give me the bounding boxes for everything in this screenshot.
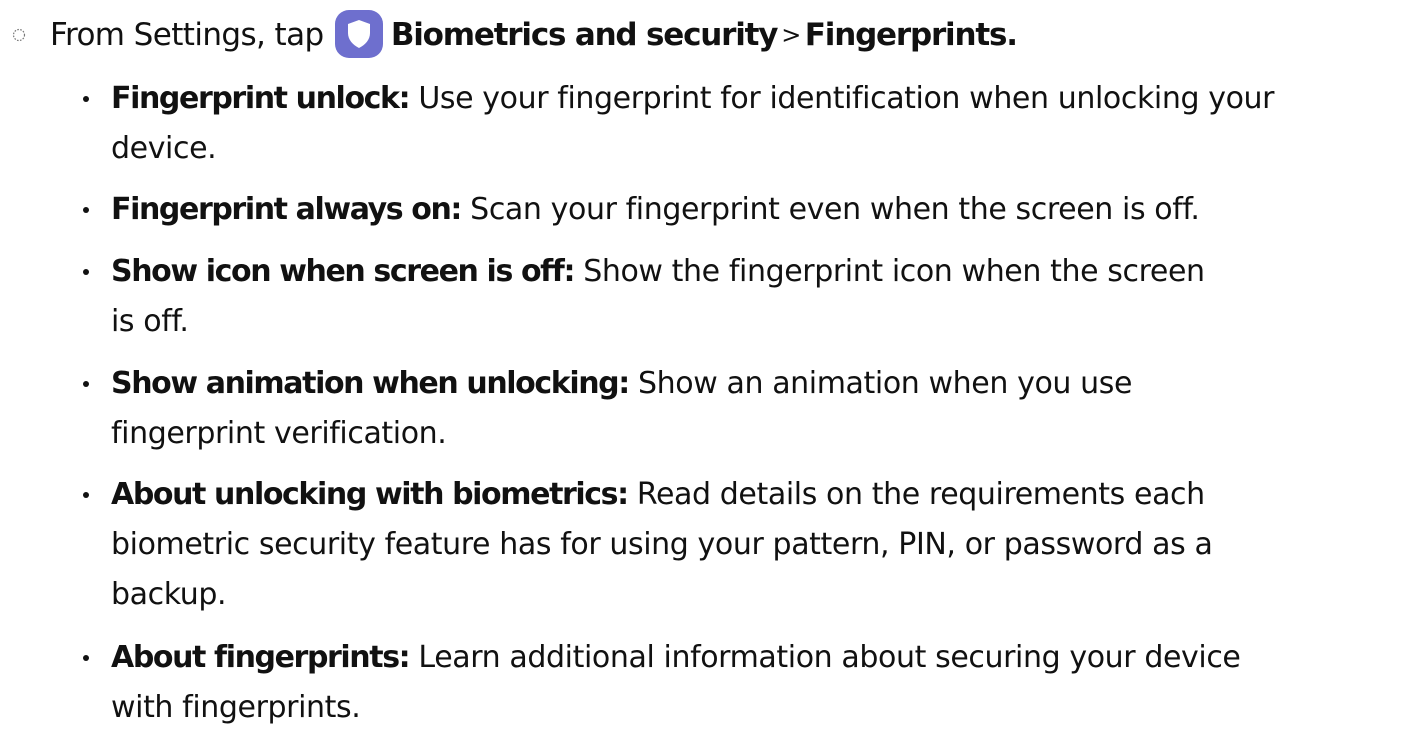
- list-item-line: Fingerprint unlock: Use your fingerprint…: [111, 74, 1411, 124]
- bullet: [83, 655, 89, 661]
- step-instruction: From Settings, tap Biometrics and securi…: [0, 9, 1415, 62]
- bullet: [83, 96, 89, 102]
- step-separator: >: [781, 21, 801, 49]
- list-item-text: Show icon when screen is off: Show the f…: [111, 247, 1411, 347]
- list-item: Show animation when unlocking: Show an a…: [0, 359, 1415, 459]
- option-description: Use your fingerprint for identification …: [418, 81, 1275, 116]
- step-marker-icon: [12, 28, 26, 42]
- list-item-text: Fingerprint unlock: Use your fingerprint…: [111, 74, 1411, 174]
- list-item-line: device.: [111, 131, 217, 166]
- list-item: About fingerprints: Learn additional inf…: [0, 633, 1415, 733]
- option-description: Scan your fingerprint even when the scre…: [470, 192, 1200, 227]
- option-term: Show icon when screen is off:: [111, 254, 575, 289]
- list-item-line: with fingerprints.: [111, 690, 361, 725]
- bullet: [83, 492, 89, 498]
- step-app-name: Biometrics and security: [390, 17, 779, 53]
- list-item-line: About fingerprints: Learn additional inf…: [111, 633, 1411, 683]
- option-term: About fingerprints:: [111, 640, 411, 675]
- list-item-line: fingerprint verification.: [111, 416, 447, 451]
- option-description: Show an animation when you use: [637, 366, 1133, 401]
- list-item: About unlocking with biometrics: Read de…: [0, 470, 1415, 620]
- list-item-line: backup.: [111, 577, 227, 612]
- list-item-line: biometric security feature has for using…: [111, 527, 1213, 562]
- bullet: [83, 269, 89, 275]
- list-item-text: Show animation when unlocking: Show an a…: [111, 359, 1411, 459]
- bullet: [83, 207, 89, 213]
- step-prefix: From Settings, tap: [50, 17, 324, 53]
- option-description: Read details on the requirements each: [636, 477, 1205, 512]
- shield-icon: [347, 19, 370, 48]
- option-term: Show animation when unlocking:: [111, 366, 630, 401]
- option-description: Show the fingerprint icon when the scree…: [583, 254, 1205, 289]
- step-text: From Settings, tap Biometrics and securi…: [50, 9, 1018, 62]
- list-item: Fingerprint always on: Scan your fingerp…: [0, 185, 1415, 235]
- list-item-line: Show icon when screen is off: Show the f…: [111, 247, 1411, 297]
- list-item-text: Fingerprint always on: Scan your fingerp…: [111, 185, 1411, 235]
- option-description: Learn additional information about secur…: [418, 640, 1241, 675]
- bullet: [83, 381, 89, 387]
- list-item-line: Fingerprint always on: Scan your fingerp…: [111, 185, 1411, 235]
- option-term: Fingerprint always on:: [111, 192, 462, 227]
- option-term: Fingerprint unlock:: [111, 81, 411, 116]
- biometrics-security-app-icon: [334, 9, 383, 58]
- list-item-line: About unlocking with biometrics: Read de…: [111, 470, 1411, 520]
- list-item-line: is off.: [111, 304, 189, 339]
- list-item: Show icon when screen is off: Show the f…: [0, 247, 1415, 347]
- option-term: About unlocking with biometrics:: [111, 477, 629, 512]
- list-item-text: About fingerprints: Learn additional inf…: [111, 633, 1411, 733]
- list-item-text: About unlocking with biometrics: Read de…: [111, 470, 1411, 620]
- list-item-line: Show animation when unlocking: Show an a…: [111, 359, 1411, 409]
- list-item: Fingerprint unlock: Use your fingerprint…: [0, 74, 1415, 174]
- step-destination: Fingerprints.: [804, 17, 1018, 53]
